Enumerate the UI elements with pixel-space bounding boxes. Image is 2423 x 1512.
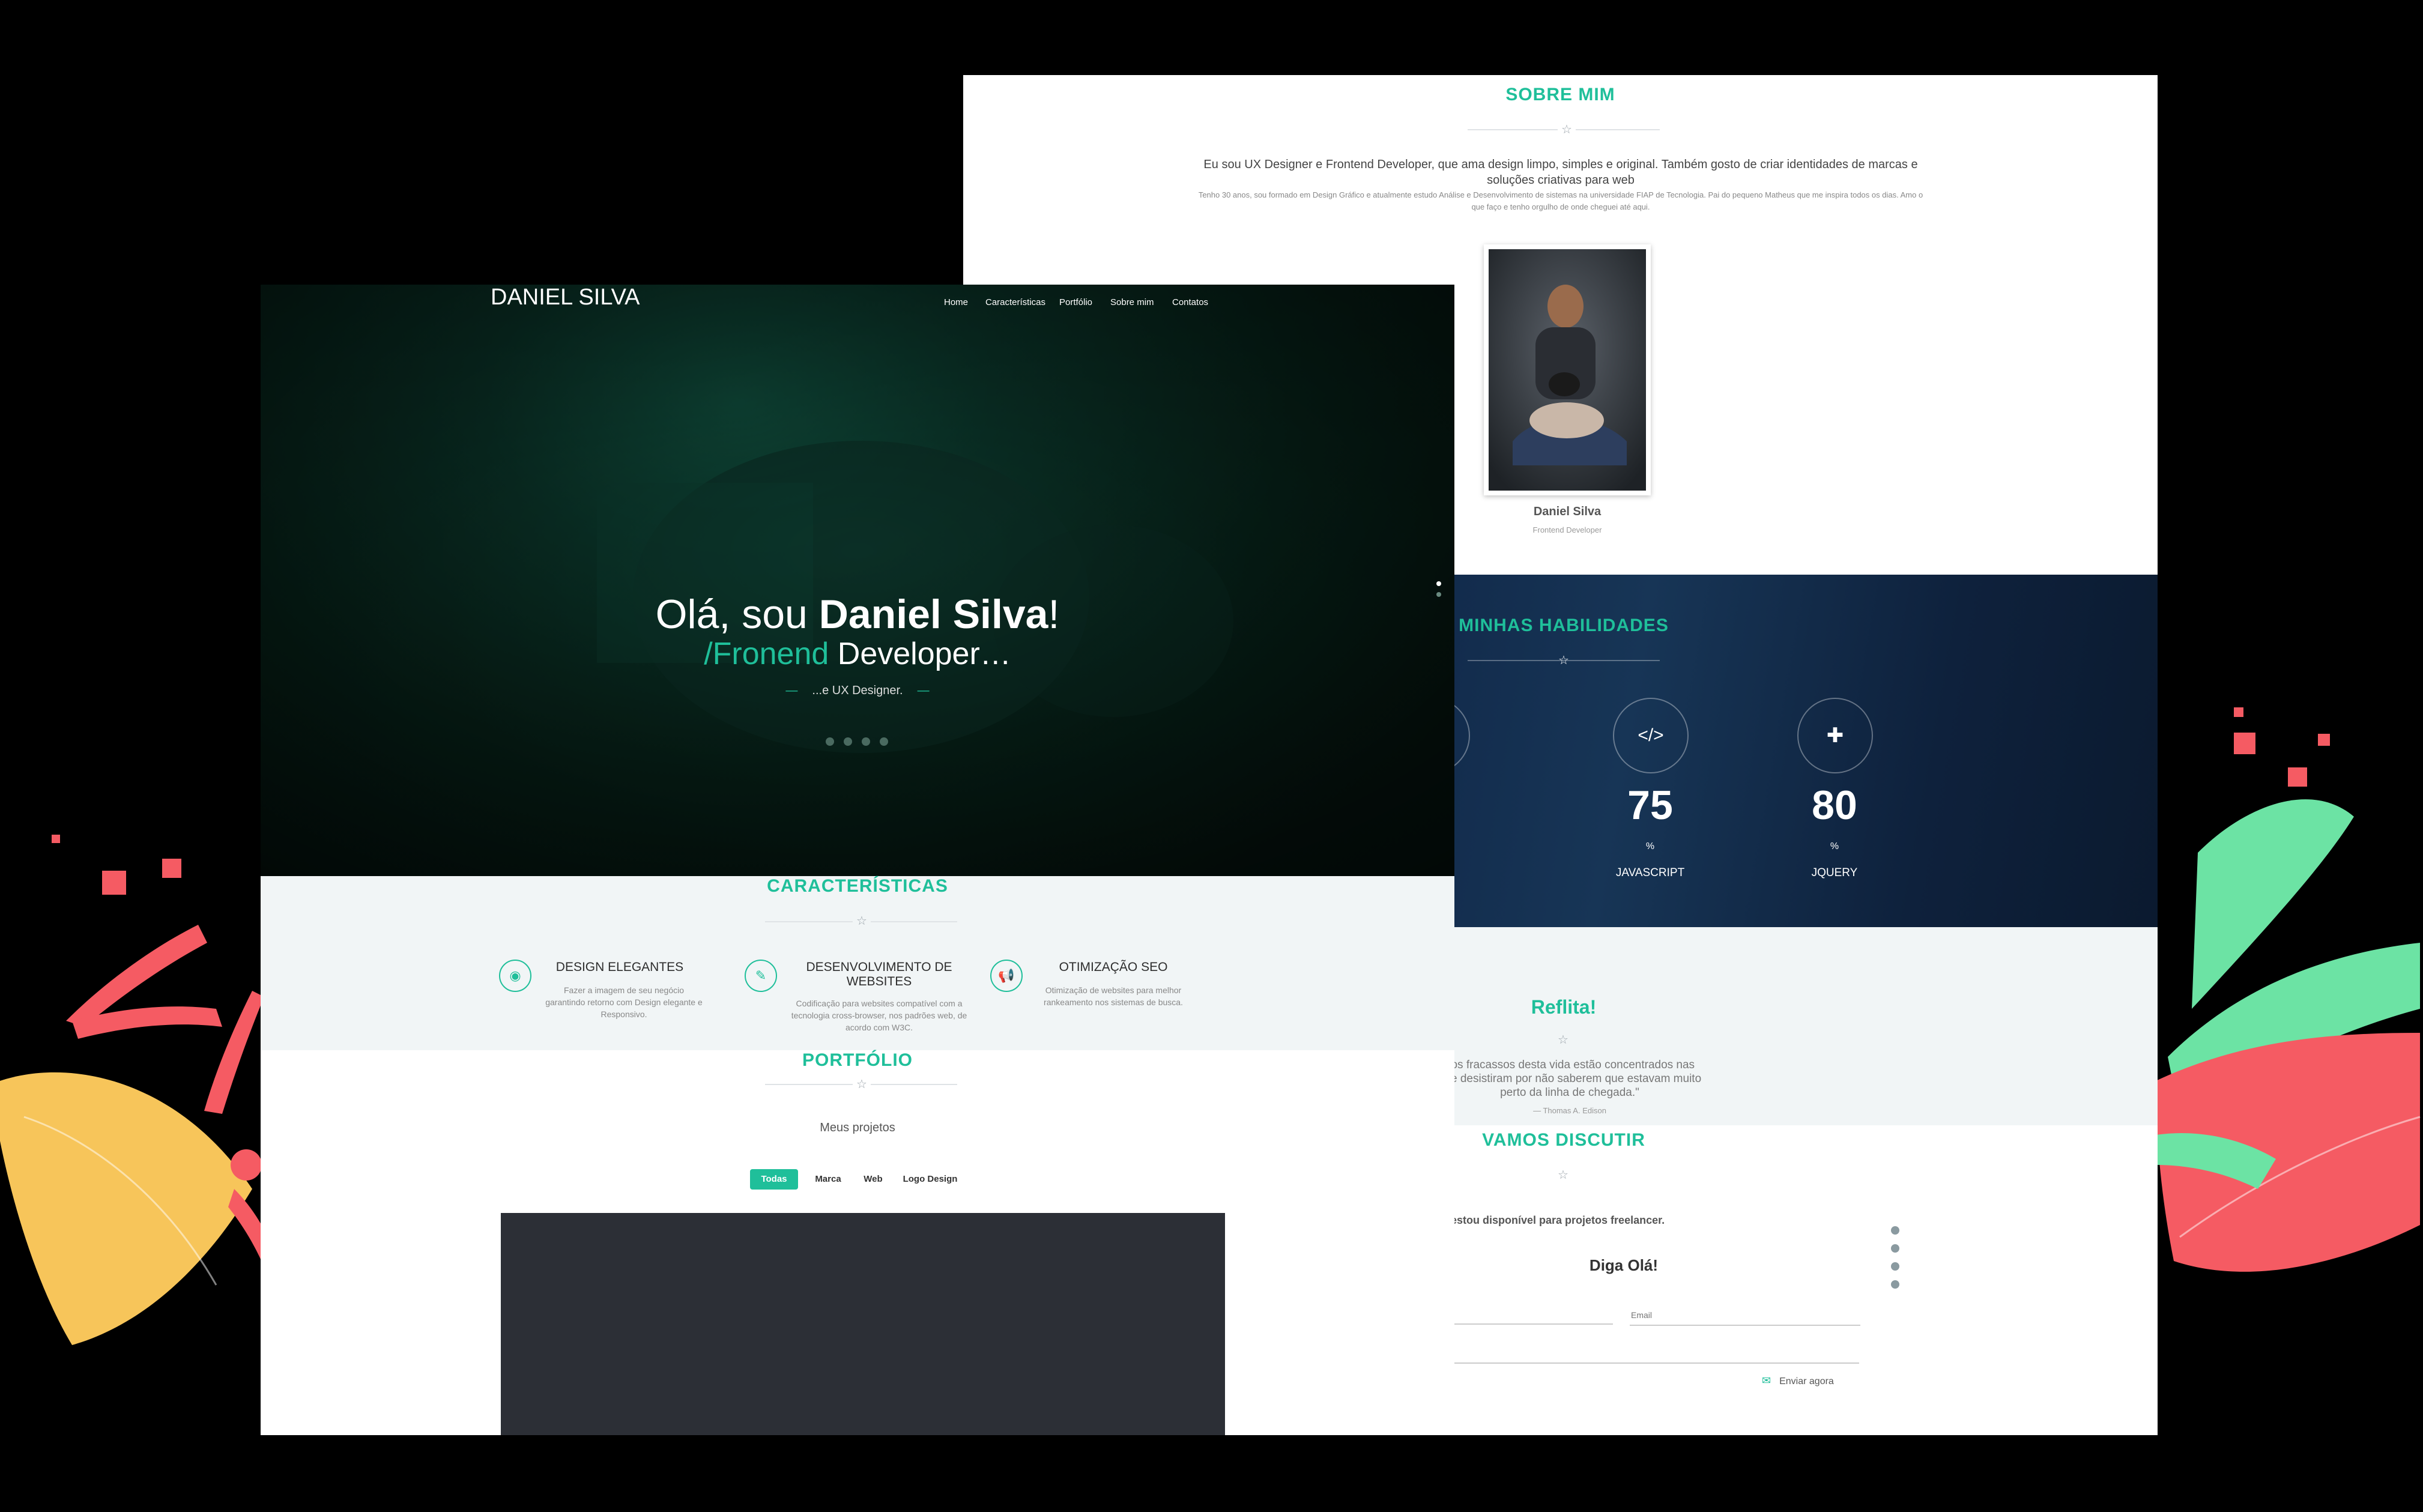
social-github-icon[interactable] xyxy=(1891,1226,1899,1235)
puzzle-icon: ✚ xyxy=(1797,698,1873,773)
profile-name: Daniel Silva xyxy=(1533,505,1602,518)
tab-web[interactable]: Web xyxy=(855,1169,891,1190)
feature-title: OTIMIZAÇÃO SEO xyxy=(1059,960,1168,974)
quote-author: — Thomas A. Edison xyxy=(1533,1106,1606,1115)
tab-logo-design[interactable]: Logo Design xyxy=(897,1169,963,1190)
profile-photo xyxy=(1484,244,1651,495)
skill-value: 80 xyxy=(1812,782,1857,828)
about-lead: Eu sou UX Designer e Frontend Developer,… xyxy=(1203,158,1918,187)
skill-unit: % xyxy=(1830,841,1839,851)
social-github-icon[interactable] xyxy=(826,737,834,746)
name-input[interactable] xyxy=(1451,1323,1613,1325)
skill-label: JQUERY xyxy=(1811,866,1858,879)
megaphone-icon: 📢 xyxy=(990,960,1023,992)
social-linkedin-icon[interactable] xyxy=(1891,1262,1899,1271)
star-icon: ☆ xyxy=(1558,1169,1568,1182)
feature-desc: Codificação para websites compatível com… xyxy=(791,999,967,1032)
feature-desc: Fazer a imagem de seu negócio garantindo… xyxy=(545,985,703,1019)
star-icon: ☆ xyxy=(1558,654,1569,667)
star-icon: ☆ xyxy=(853,913,871,928)
skill-label: JAVASCRIPT xyxy=(1615,866,1685,879)
skill-unit: % xyxy=(1645,841,1655,851)
nav-about[interactable]: Sobre mim xyxy=(1110,297,1154,307)
left-leaves-decoration xyxy=(0,835,288,1345)
star-icon: ☆ xyxy=(1558,122,1576,137)
skill-value: 75 xyxy=(1627,782,1673,828)
hero-tagline: — ...e UX Designer. — xyxy=(785,684,930,697)
form-title: Diga Olá! xyxy=(1589,1256,1659,1274)
hero-subheading: /Fronend Developer… xyxy=(704,637,1011,671)
brand-logo[interactable]: DANIEL SILVA xyxy=(491,285,640,310)
portfolio-subtitle: Meus projetos xyxy=(820,1121,895,1134)
star-icon: ☆ xyxy=(1558,1033,1568,1047)
social-twitter-icon[interactable] xyxy=(1891,1280,1899,1289)
slide-dot[interactable] xyxy=(1436,592,1441,597)
quote-text: dos fracassos desta vida estão concentra… xyxy=(1438,1059,1702,1099)
pencil-icon: ✎ xyxy=(745,960,777,992)
portfolio-preview[interactable] xyxy=(501,1213,1225,1435)
hero-social-links xyxy=(826,737,892,746)
tab-todas[interactable]: Todas xyxy=(750,1169,798,1190)
hero-heading: Olá, sou Daniel Silva! xyxy=(655,591,1060,637)
profile-role: Frontend Developer xyxy=(1532,525,1602,534)
nav-portfolio[interactable]: Portfólio xyxy=(1059,297,1092,307)
nav-contact[interactable]: Contatos xyxy=(1172,297,1208,307)
send-button[interactable]: ✉ Enviar agora xyxy=(1762,1374,1834,1387)
right-leaves-decoration xyxy=(2156,707,2421,1272)
github-icon: ◉ xyxy=(499,960,531,992)
social-twitter-icon[interactable] xyxy=(880,737,888,746)
feature-desc: Otimização de websites para melhor ranke… xyxy=(1044,985,1183,1007)
hero-background-image xyxy=(261,285,1454,876)
about-title: SOBRE MIM xyxy=(1505,85,1615,104)
send-icon: ✉ xyxy=(1762,1374,1771,1387)
slide-dot-active[interactable] xyxy=(1436,581,1441,586)
nav-home[interactable]: Home xyxy=(944,297,968,307)
portfolio-title: PORTFÓLIO xyxy=(802,1050,913,1070)
message-input[interactable] xyxy=(1451,1350,1859,1364)
social-dribbble-icon[interactable] xyxy=(1891,1244,1899,1253)
star-icon: ☆ xyxy=(853,1077,871,1092)
tab-marca[interactable]: Marca xyxy=(807,1169,849,1190)
features-section: CARACTERÍSTICAS ☆ ◉ DESIGN ELEGANTES Faz… xyxy=(261,876,1454,1050)
hero-section: DANIEL SILVA Home Características Portfó… xyxy=(261,285,1454,876)
feature-title: DESIGN ELEGANTES xyxy=(555,960,684,974)
contact-lead: estou disponível para projetos freelance… xyxy=(1451,1214,1665,1226)
code-icon: </> xyxy=(1613,698,1689,773)
social-dribbble-icon[interactable] xyxy=(844,737,852,746)
features-title: CARACTERÍSTICAS xyxy=(767,876,948,896)
front-page-window: DANIEL SILVA Home Características Portfó… xyxy=(261,285,1454,1435)
social-linkedin-icon[interactable] xyxy=(862,737,870,746)
feature-title: DESENVOLVIMENTO DE WEBSITES xyxy=(806,960,952,988)
about-body: Tenho 30 anos, sou formado em Design Grá… xyxy=(1198,190,1923,211)
nav-features[interactable]: Características xyxy=(985,297,1045,307)
email-input[interactable] xyxy=(1630,1305,1860,1326)
